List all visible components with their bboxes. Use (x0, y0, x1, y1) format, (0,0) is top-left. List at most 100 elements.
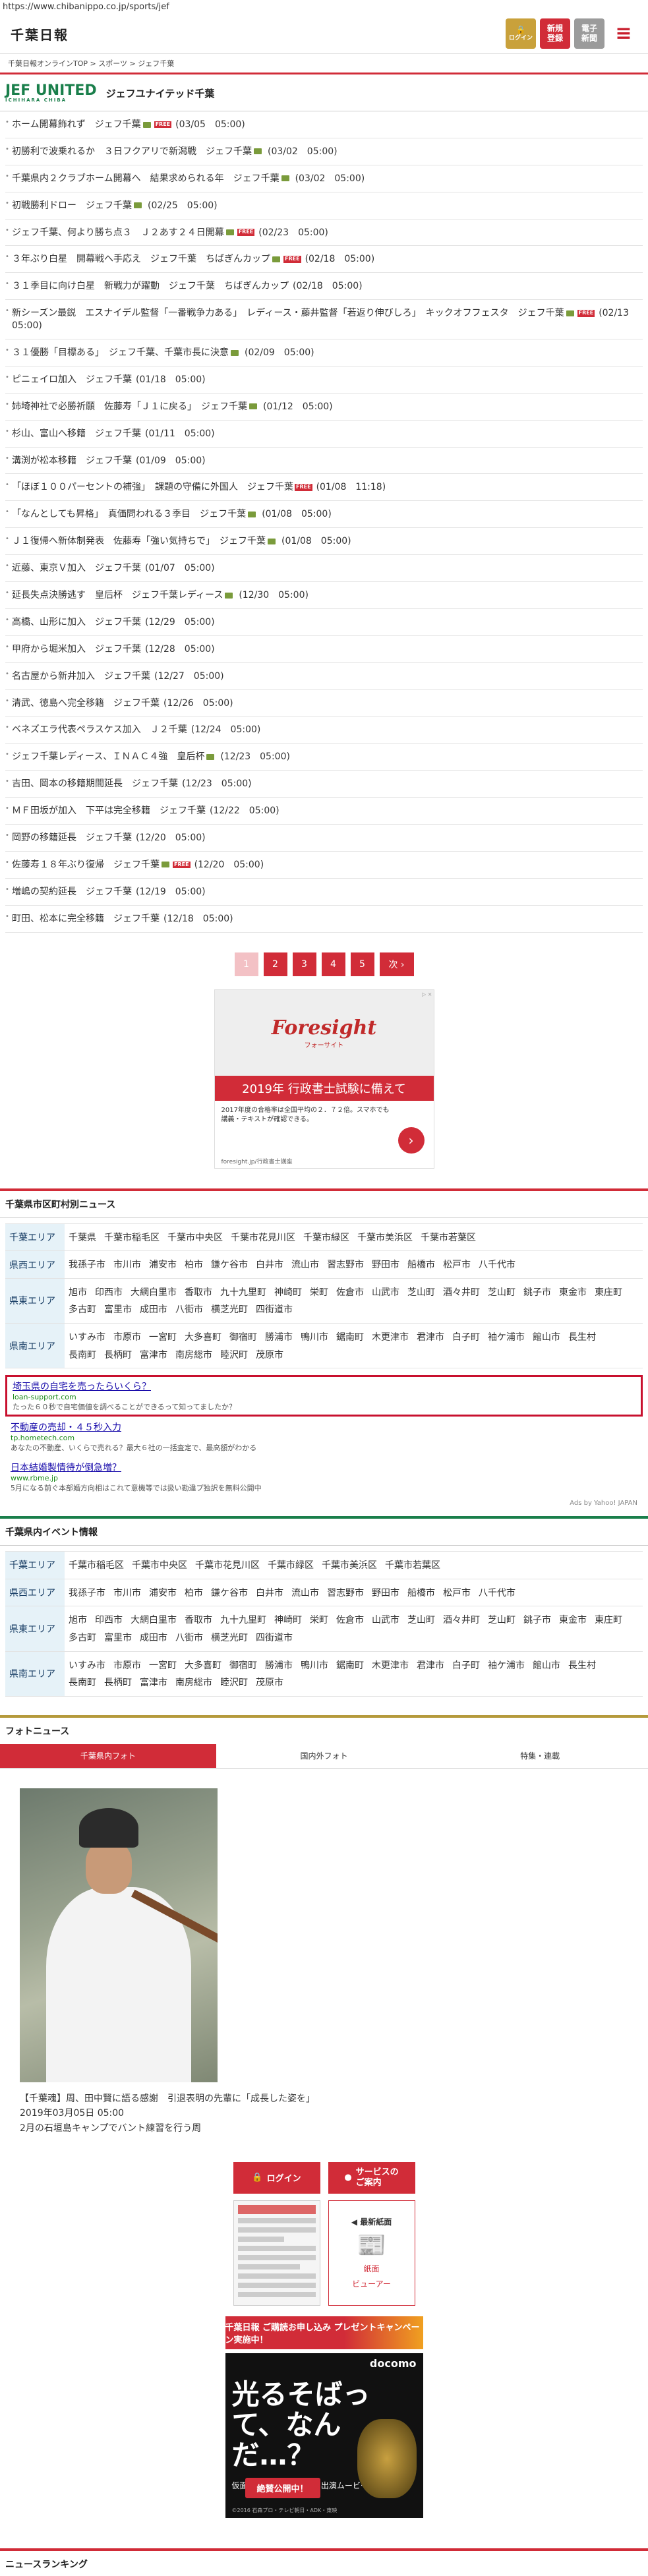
area-link[interactable]: 御宿町 (229, 1329, 257, 1347)
area-link[interactable]: 木更津市 (372, 1329, 409, 1347)
area-link[interactable]: 栄町 (310, 1612, 328, 1629)
area-link[interactable]: 長生村 (568, 1329, 596, 1347)
area-link[interactable]: 千葉市花見川区 (195, 1557, 260, 1575)
tab-world-photo[interactable]: 国内外フォト (216, 1743, 432, 1768)
area-link[interactable]: 印西市 (95, 1612, 123, 1629)
ad-close-icon[interactable]: ▷ × (422, 991, 432, 997)
text-ad-title[interactable]: 不動産の売却・４５秒入力 (11, 1420, 637, 1434)
area-link[interactable]: 鴨川市 (301, 1657, 328, 1675)
news-item[interactable]: 佐藤寿１８年ぶり復帰 ジェフ千葉 FREE(12/20 05:00) (5, 852, 643, 879)
area-link[interactable]: 佐倉市 (336, 1612, 364, 1629)
news-title[interactable]: 増嶋の契約延長 ジェフ千葉 (12, 887, 132, 897)
area-link[interactable]: 南房総市 (175, 1674, 212, 1692)
area-link[interactable]: 流山市 (291, 1585, 319, 1602)
area-link[interactable]: 千葉市中央区 (167, 1229, 223, 1247)
news-title[interactable]: 「なんとしても昇格」 真価問われる３季目 ジェフ千葉 (12, 509, 246, 519)
news-title[interactable]: 甲府から堀米加入 ジェフ千葉 (12, 644, 141, 655)
area-link[interactable]: 市原市 (113, 1657, 141, 1675)
area-link[interactable]: 千葉市若葉区 (421, 1229, 476, 1247)
news-item[interactable]: 「ほぼ１００パーセントの補強」 課題の守備に外国人 ジェフ千葉FREE (01/0… (5, 474, 643, 502)
area-link[interactable]: 習志野市 (327, 1585, 364, 1602)
news-item[interactable]: 溝渕が松本移籍 ジェフ千葉 (01/09 05:00) (5, 448, 643, 475)
news-item[interactable]: ３１季目に向け白星 新戦力が躍動 ジェフ千葉 ちばぎんカップ (02/18 05:… (5, 273, 643, 301)
area-link[interactable]: 八街市 (175, 1629, 203, 1647)
area-link[interactable]: 東金市 (559, 1284, 587, 1302)
area-link[interactable]: 我孫子市 (69, 1585, 105, 1602)
hamburger-menu-icon[interactable]: ≡ (608, 18, 639, 49)
area-link[interactable]: 千葉市若葉区 (385, 1557, 440, 1575)
area-link[interactable]: 袖ケ浦市 (488, 1657, 525, 1675)
news-title[interactable]: ３年ぶり白星 開幕戦へ手応え ジェフ千葉 ちばぎんカップ (12, 254, 270, 264)
area-link[interactable]: 長生村 (568, 1657, 596, 1675)
text-ad-title[interactable]: 日本結婚製情待が倒急増？ (11, 1461, 637, 1474)
area-link[interactable]: 松戸市 (443, 1256, 471, 1274)
digital-paper-button[interactable]: 電子 新聞 (574, 18, 604, 49)
news-title[interactable]: 初戦勝利ドロー ジェフ千葉 (12, 200, 132, 211)
area-link[interactable]: 君津市 (417, 1657, 444, 1675)
area-link[interactable]: 長柄町 (104, 1674, 132, 1692)
news-item[interactable]: 延長失点決勝逃す 皇后杯 ジェフ千葉レディース (12/30 05:00) (5, 582, 643, 609)
news-title[interactable]: 溝渕が松本移籍 ジェフ千葉 (12, 455, 132, 466)
area-link[interactable]: 栄町 (310, 1284, 328, 1302)
news-title[interactable]: 千葉県内２クラブホーム開幕へ 結果求められる年 ジェフ千葉 (12, 173, 280, 184)
area-link[interactable]: 八街市 (175, 1301, 203, 1319)
area-link[interactable]: 多古町 (69, 1301, 96, 1319)
news-item[interactable]: ジェフ千葉レディース、ＩＮＡＣ４強 皇后杯 (12/23 05:00) (5, 744, 643, 771)
area-link[interactable]: 白子町 (452, 1329, 480, 1347)
area-link[interactable]: 印西市 (95, 1284, 123, 1302)
area-link[interactable]: 鎌ケ谷市 (211, 1585, 248, 1602)
news-item[interactable]: ＭＦ田坂が加入 下平は完全移籍 ジェフ千葉 (12/22 05:00) (5, 798, 643, 825)
area-link[interactable]: 芝山町 (488, 1612, 515, 1629)
docomo-ad[interactable]: docomo 光るそばっ て、なんだ…？ 仮面ライダーエグゼイド 出演ムービー … (225, 2353, 423, 2518)
area-link[interactable]: 香取市 (185, 1284, 212, 1302)
area-link[interactable]: 館山市 (533, 1329, 560, 1347)
news-item[interactable]: 「なんとしても昇格」 真価問われる３季目 ジェフ千葉 (01/08 05:00) (5, 501, 643, 529)
area-link[interactable]: 袖ケ浦市 (488, 1329, 525, 1347)
area-link[interactable]: 鋸南町 (336, 1657, 364, 1675)
area-link[interactable]: 九十九里町 (220, 1612, 266, 1629)
area-link[interactable]: 千葉市緑区 (268, 1557, 314, 1575)
area-link[interactable]: 習志野市 (327, 1256, 364, 1274)
area-link[interactable]: 芝山町 (407, 1284, 435, 1302)
area-link[interactable]: 大網白里市 (131, 1284, 177, 1302)
latest-paper-thumbnail[interactable] (233, 2200, 320, 2306)
area-link[interactable]: 鴨川市 (301, 1329, 328, 1347)
news-item[interactable]: 吉田、岡本の移籍期間延長 ジェフ千葉 (12/23 05:00) (5, 771, 643, 798)
bottom-login-button[interactable]: 🔒 ログイン (233, 2161, 320, 2194)
area-link[interactable]: 酒々井町 (443, 1284, 480, 1302)
news-title[interactable]: 近藤、東京Ｖ加入 ジェフ千葉 (12, 563, 141, 573)
area-link[interactable]: 一宮町 (149, 1329, 177, 1347)
news-title[interactable]: ジェフ千葉レディース、ＩＮＡＣ４強 皇后杯 (12, 751, 204, 762)
news-item[interactable]: ３年ぶり白星 開幕戦へ手応え ジェフ千葉 ちばぎんカップ FREE (02/18 0… (5, 246, 643, 274)
news-photo[interactable] (20, 1788, 218, 2082)
area-link[interactable]: 野田市 (372, 1585, 399, 1602)
service-guide-button[interactable]: ● サービスの ご案内 (328, 2161, 415, 2194)
breadcrumb[interactable]: 千葉日報オンラインTOP > スポーツ > ジェフ千葉 (0, 54, 648, 74)
news-item[interactable]: ３１優勝「目標ある」 ジェフ千葉、千葉市長に決意 (02/09 05:00) (5, 339, 643, 366)
page-button[interactable]: 2 (263, 952, 287, 976)
area-link[interactable]: 浦安市 (149, 1585, 177, 1602)
area-link[interactable]: 白井市 (256, 1256, 283, 1274)
area-link[interactable]: 勝浦市 (265, 1329, 293, 1347)
area-link[interactable]: 芝山町 (488, 1284, 515, 1302)
news-title[interactable]: 高橋、山形に加入 ジェフ千葉 (12, 617, 141, 628)
news-title[interactable]: 岡野の移籍延長 ジェフ千葉 (12, 833, 132, 843)
news-item[interactable]: Ｊ１復帰へ新体制発表 佐藤寿「強い気持ちで」 ジェフ千葉 (01/08 05:00… (5, 528, 643, 556)
area-link[interactable]: 富里市 (104, 1629, 132, 1647)
news-title[interactable]: 吉田、岡本の移籍期間延長 ジェフ千葉 (12, 778, 178, 789)
news-item[interactable]: 近藤、東京Ｖ加入 ジェフ千葉 (01/07 05:00) (5, 555, 643, 583)
news-item[interactable]: 初勝利で波乗れるか ３日フクアリで新潟戦 ジェフ千葉 (03/02 05:00) (5, 138, 643, 165)
news-title[interactable]: ピニェイロ加入 ジェフ千葉 (12, 374, 132, 385)
area-link[interactable]: 旭市 (69, 1612, 87, 1629)
area-link[interactable]: 千葉市美浜区 (357, 1229, 413, 1247)
area-link[interactable]: 木更津市 (372, 1657, 409, 1675)
area-link[interactable]: 白井市 (256, 1585, 283, 1602)
news-title[interactable]: ベネズエラ代表ペラスケス加入 Ｊ２千葉 (12, 724, 187, 735)
area-link[interactable]: 大多喜町 (185, 1329, 221, 1347)
campaign-banner[interactable]: 千葉日報 ご購読お申し込み プレゼントキャンペーン実施中！ (225, 2316, 423, 2349)
area-link[interactable]: 睦沢町 (220, 1347, 248, 1364)
news-title[interactable]: ジェフ千葉、何より勝ち点３ Ｊ２あす２４日開幕 (12, 227, 224, 238)
news-item[interactable]: 町田、松本に完全移籍 ジェフ千葉(12/18 05:00) (5, 906, 643, 933)
ad-arrow-icon[interactable]: › (398, 1127, 425, 1154)
site-logo[interactable]: 千葉日報 (11, 24, 69, 44)
